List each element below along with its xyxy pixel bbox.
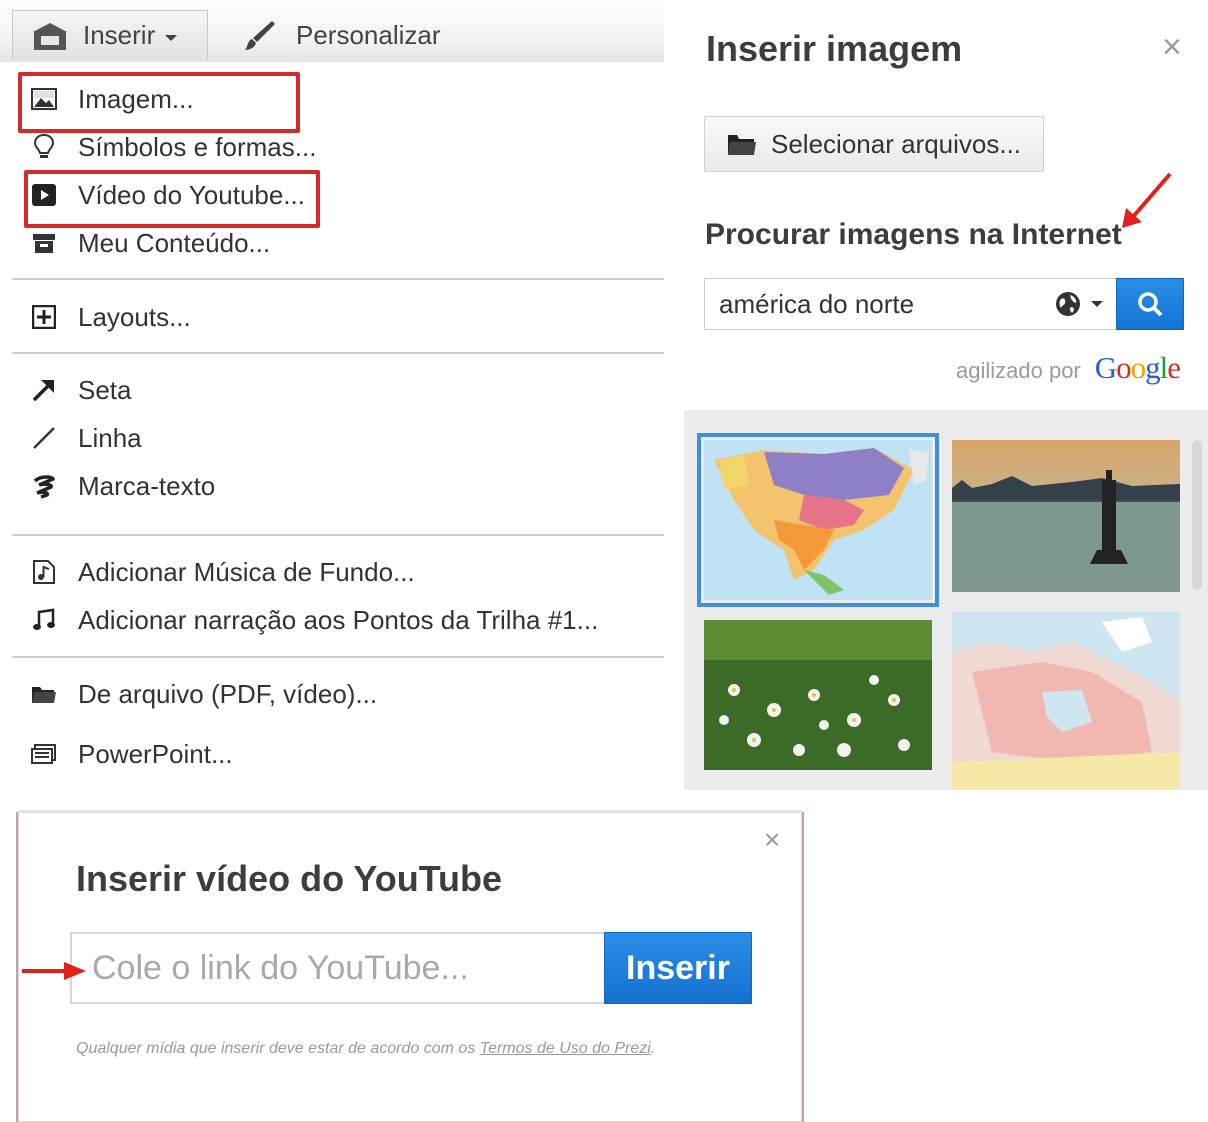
menu-item-label: Linha <box>78 422 142 453</box>
menu-item-label: Símbolos e formas... <box>78 131 317 162</box>
powered-by: agilizado por Google <box>956 350 1181 386</box>
brush-icon <box>245 21 275 50</box>
menu-divider <box>12 352 664 354</box>
search-icon <box>1138 292 1163 317</box>
image-search-box <box>704 278 1118 330</box>
customize-button[interactable]: Personalizar <box>244 14 441 56</box>
image-result-map-north-america[interactable] <box>697 433 939 607</box>
menu-item-label: Meu Conteúdo... <box>78 227 271 258</box>
highlighter-icon <box>28 470 60 502</box>
search-button[interactable] <box>1116 278 1184 330</box>
image-result-sea-buoy[interactable] <box>952 440 1180 592</box>
menu-item-label: Adicionar narração aos Pontos da Trilha … <box>78 604 599 635</box>
select-files-label: Selecionar arquivos... <box>771 128 1022 159</box>
powered-by-label: agilizado por <box>956 358 1081 383</box>
plus-box-icon <box>28 301 60 333</box>
music-file-icon <box>28 556 60 588</box>
menu-item-label: PowerPoint... <box>78 738 233 769</box>
select-files-button[interactable]: Selecionar arquivos... <box>704 116 1044 172</box>
chevron-down-icon <box>1091 301 1103 307</box>
dialog-title: Inserir vídeo do YouTube <box>76 858 503 899</box>
annotation-arrow <box>22 962 86 980</box>
menu-item-layouts[interactable]: Layouts... <box>28 297 191 337</box>
menu-item-powerpoint[interactable]: PowerPoint... <box>28 734 233 774</box>
insert-menu-button[interactable]: Inserir <box>12 10 208 60</box>
folder-icon <box>28 678 60 710</box>
menu-item-label: Layouts... <box>78 301 191 332</box>
menu-item-label: De arquivo (PDF, vídeo)... <box>78 678 378 709</box>
annotation-arrow <box>1122 172 1172 228</box>
slides-icon <box>28 738 60 770</box>
close-icon[interactable]: × <box>764 826 780 854</box>
highlight-box-image <box>18 72 300 133</box>
menu-divider <box>12 534 664 536</box>
archive-box-icon <box>28 227 60 259</box>
menu-item-symbols-shapes[interactable]: Símbolos e formas... <box>28 127 316 167</box>
google-logo: Google <box>1094 350 1181 385</box>
menu-item-background-music[interactable]: Adicionar Música de Fundo... <box>28 552 415 592</box>
youtube-link-input[interactable] <box>70 932 606 1004</box>
menu-item-line[interactable]: Linha <box>28 418 142 458</box>
menu-item-label: Marca-texto <box>78 470 216 501</box>
disclaimer-end: . <box>650 1040 656 1057</box>
search-heading: Procurar imagens na Internet <box>705 218 1122 251</box>
menu-item-narration[interactable]: Adicionar narração aos Pontos da Trilha … <box>28 600 598 640</box>
image-search-input[interactable] <box>705 279 1045 329</box>
menu-divider <box>12 656 664 658</box>
highlight-box-youtube <box>24 170 320 228</box>
menu-item-highlighter[interactable]: Marca-texto <box>28 466 215 506</box>
panel-title: Inserir imagem <box>706 28 963 69</box>
customize-label: Personalizar <box>296 19 441 50</box>
folder-icon <box>728 135 756 155</box>
insert-icon <box>33 22 67 50</box>
terms-link[interactable]: Termos de Uso do Prezi <box>480 1040 651 1057</box>
menu-item-label: Seta <box>78 374 132 405</box>
image-result-map-canada[interactable] <box>952 612 1180 790</box>
disclaimer-text: Qualquer mídia que inserir deve estar de… <box>76 1040 480 1057</box>
youtube-insert-button[interactable]: Inserir <box>604 932 752 1004</box>
menu-item-from-file[interactable]: De arquivo (PDF, vídeo)... <box>28 674 377 714</box>
music-note-icon <box>28 604 60 636</box>
line-icon <box>28 422 60 454</box>
search-scope-dropdown[interactable] <box>1055 291 1103 317</box>
chevron-down-icon <box>165 34 178 41</box>
menu-item-my-content[interactable]: Meu Conteúdo... <box>28 223 270 263</box>
results-scrollbar[interactable] <box>1192 440 1202 590</box>
menu-item-label: Adicionar Música de Fundo... <box>78 556 415 587</box>
insert-menu-label: Inserir <box>83 20 156 50</box>
terms-disclaimer: Qualquer mídia que inserir deve estar de… <box>76 1040 655 1058</box>
menu-item-arrow[interactable]: Seta <box>28 370 132 410</box>
menu-divider <box>12 278 664 280</box>
lightbulb-icon <box>28 131 60 163</box>
globe-icon <box>1056 292 1080 316</box>
close-icon[interactable]: × <box>1162 30 1182 64</box>
image-result-daisy-field[interactable] <box>704 620 932 770</box>
arrow-icon <box>28 374 60 406</box>
